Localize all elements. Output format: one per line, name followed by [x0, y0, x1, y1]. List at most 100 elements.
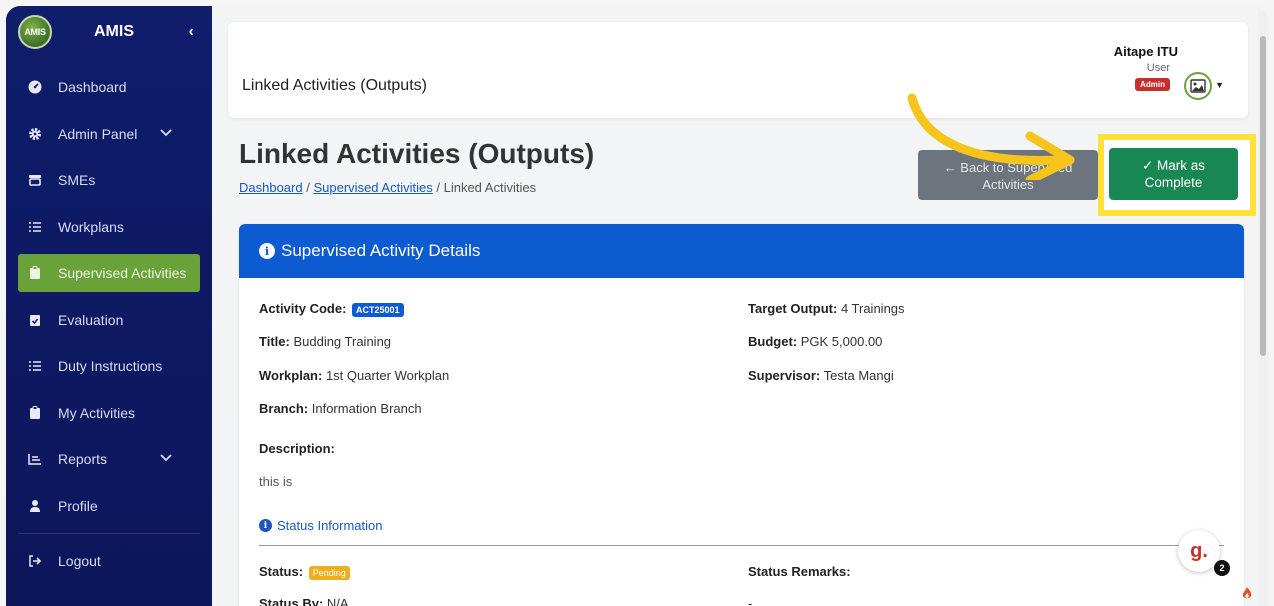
field-value: 1st Quarter Workplan — [325, 368, 450, 383]
status-remarks-label: Status Remarks: — [748, 564, 851, 579]
field-value: Information Branch — [311, 401, 422, 416]
sidebar-item-label: Logout — [58, 553, 101, 569]
card-title: Supervised Activity Details — [281, 241, 481, 260]
target-output-field: Target Output: 4 Trainings — [748, 301, 905, 316]
breadcrumb-dashboard-link[interactable]: Dashboard — [239, 180, 303, 195]
activity-code-field: Activity Code: ACT25001 — [259, 301, 404, 317]
sidebar-item-label: Admin Panel — [58, 125, 138, 142]
page-title: Linked Activities (Outputs) — [239, 138, 595, 169]
breadcrumb: Dashboard / Supervised Activities / Link… — [239, 180, 536, 195]
chevron-down-icon — [160, 128, 172, 140]
sidebar-item-label: Workplans — [58, 218, 124, 235]
sidebar-item-logout[interactable]: Logout — [18, 542, 200, 580]
field-label: Supervisor: — [748, 368, 821, 383]
page-scrollbar[interactable] — [1258, 6, 1268, 606]
workplan-field: Workplan: 1st Quarter Workplan — [259, 368, 449, 383]
sidebar-item-admin-panel[interactable]: Admin Panel — [18, 115, 200, 153]
breadcrumb-current: Linked Activities — [443, 180, 537, 195]
field-label: Status By: — [259, 596, 324, 606]
list-icon — [26, 357, 44, 375]
sidebar-item-dashboard[interactable]: Dashboard — [18, 68, 200, 106]
sidebar-item-evaluation[interactable]: Evaluation — [18, 301, 200, 339]
sidebar-item-profile[interactable]: Profile — [18, 487, 200, 525]
sidebar-item-label: Supervised Activities — [58, 265, 187, 281]
status-remarks-value: - — [748, 596, 753, 606]
field-label: Status Remarks: — [748, 564, 851, 579]
sidebar-item-label: SMEs — [58, 172, 96, 188]
title-field: Title: Budding Training — [259, 334, 391, 349]
budget-field: Budget: PGK 5,000.00 — [748, 334, 882, 349]
divider — [259, 545, 1224, 546]
activity-code-badge: ACT25001 — [352, 303, 404, 317]
dashboard-icon — [26, 78, 44, 96]
field-value: N/A — [326, 596, 349, 606]
brand-title: AMIS — [94, 23, 134, 40]
field-label: Branch: — [259, 401, 309, 416]
field-label: Budget: — [748, 334, 798, 349]
pointer-arrow — [907, 93, 1075, 180]
sidebar-divider — [18, 533, 200, 534]
sidebar-item-supervised-activities[interactable]: Supervised Activities — [18, 254, 200, 292]
status-badge: Pending — [308, 566, 350, 580]
sidebar-brand: AMIS AMIS ‹ — [6, 6, 212, 58]
sidebar-item-label: Reports — [58, 451, 108, 467]
field-label: Title: — [259, 334, 290, 349]
branch-field: Branch: Information Branch — [259, 401, 422, 416]
field-label: Activity Code: — [259, 301, 347, 316]
store-icon — [26, 171, 44, 189]
supervised-activity-details-card: i Supervised Activity Details Activity C… — [239, 224, 1244, 606]
field-label: Status: — [259, 564, 304, 579]
field-label: Target Output: — [748, 301, 838, 316]
list-icon — [26, 218, 44, 236]
breadcrumb-supervised-activities-link[interactable]: Supervised Activities — [313, 180, 432, 195]
info-icon: i — [259, 519, 272, 532]
user-role: User — [1146, 62, 1170, 74]
description-label: Description: — [259, 441, 335, 456]
status-section-label: Status Information — [277, 518, 383, 533]
complete-button-line1: ✓ Mark as — [1141, 158, 1206, 173]
notification-count-badge: 2 — [1214, 560, 1230, 576]
user-info: Aitape ITU User Admin — [1114, 44, 1178, 92]
sidebar-item-smes[interactable]: SMEs — [18, 161, 200, 199]
breadcrumb-separator: / — [436, 180, 440, 195]
topbar-title: Linked Activities (Outputs) — [242, 77, 427, 94]
app-window: AMIS AMIS ‹ Dashboard Admin Panel SMEs W… — [6, 6, 1268, 606]
caret-down-icon[interactable]: ▼ — [1215, 80, 1224, 90]
sidebar-item-my-activities[interactable]: My Activities — [18, 394, 200, 432]
field-value: Testa Mangi — [823, 368, 894, 383]
clipboard-check-icon — [26, 311, 44, 329]
widget-logo: g. — [1190, 539, 1208, 562]
sidebar-item-label: Profile — [58, 497, 98, 514]
field-label: Workplan: — [259, 368, 323, 383]
user-icon — [26, 497, 44, 515]
sidebar-item-label: My Activities — [58, 404, 136, 421]
complete-button-line2: Complete — [1144, 175, 1203, 190]
avatar[interactable] — [1184, 72, 1212, 100]
description-value: this is — [259, 474, 293, 489]
field-value: Budding Training — [293, 334, 392, 349]
field-value: PGK 5,000.00 — [800, 334, 883, 349]
logout-icon — [26, 552, 44, 570]
mark-as-complete-button[interactable]: ✓ Mark as Complete — [1109, 148, 1238, 200]
sidebar-item-reports[interactable]: Reports — [18, 440, 200, 478]
status-field: Status: Pending — [259, 564, 350, 580]
scrollbar-thumb[interactable] — [1260, 36, 1266, 356]
card-header: i Supervised Activity Details — [239, 224, 1244, 278]
sidebar-item-label: Dashboard — [58, 79, 127, 95]
clipboard-icon — [26, 404, 44, 422]
sidebar-item-workplans[interactable]: Workplans — [18, 208, 200, 246]
image-icon — [1190, 79, 1206, 93]
sidebar-item-duty-instructions[interactable]: Duty Instructions — [18, 347, 200, 385]
amis-logo: AMIS — [18, 15, 52, 49]
main-content: Linked Activities (Outputs) Aitape ITU U… — [212, 6, 1268, 606]
collapse-sidebar-icon[interactable]: ‹ — [189, 23, 194, 41]
flame-icon — [1241, 586, 1253, 603]
sidebar-nav: Dashboard Admin Panel SMEs Workplans Sup… — [6, 68, 212, 580]
chevron-down-icon — [160, 453, 172, 465]
field-label: Description: — [259, 441, 335, 456]
user-name: Aitape ITU — [1113, 44, 1178, 59]
field-value: 4 Trainings — [840, 301, 905, 316]
gear-icon — [26, 125, 44, 143]
role-badge: Admin — [1135, 78, 1170, 91]
info-icon: i — [259, 243, 275, 259]
